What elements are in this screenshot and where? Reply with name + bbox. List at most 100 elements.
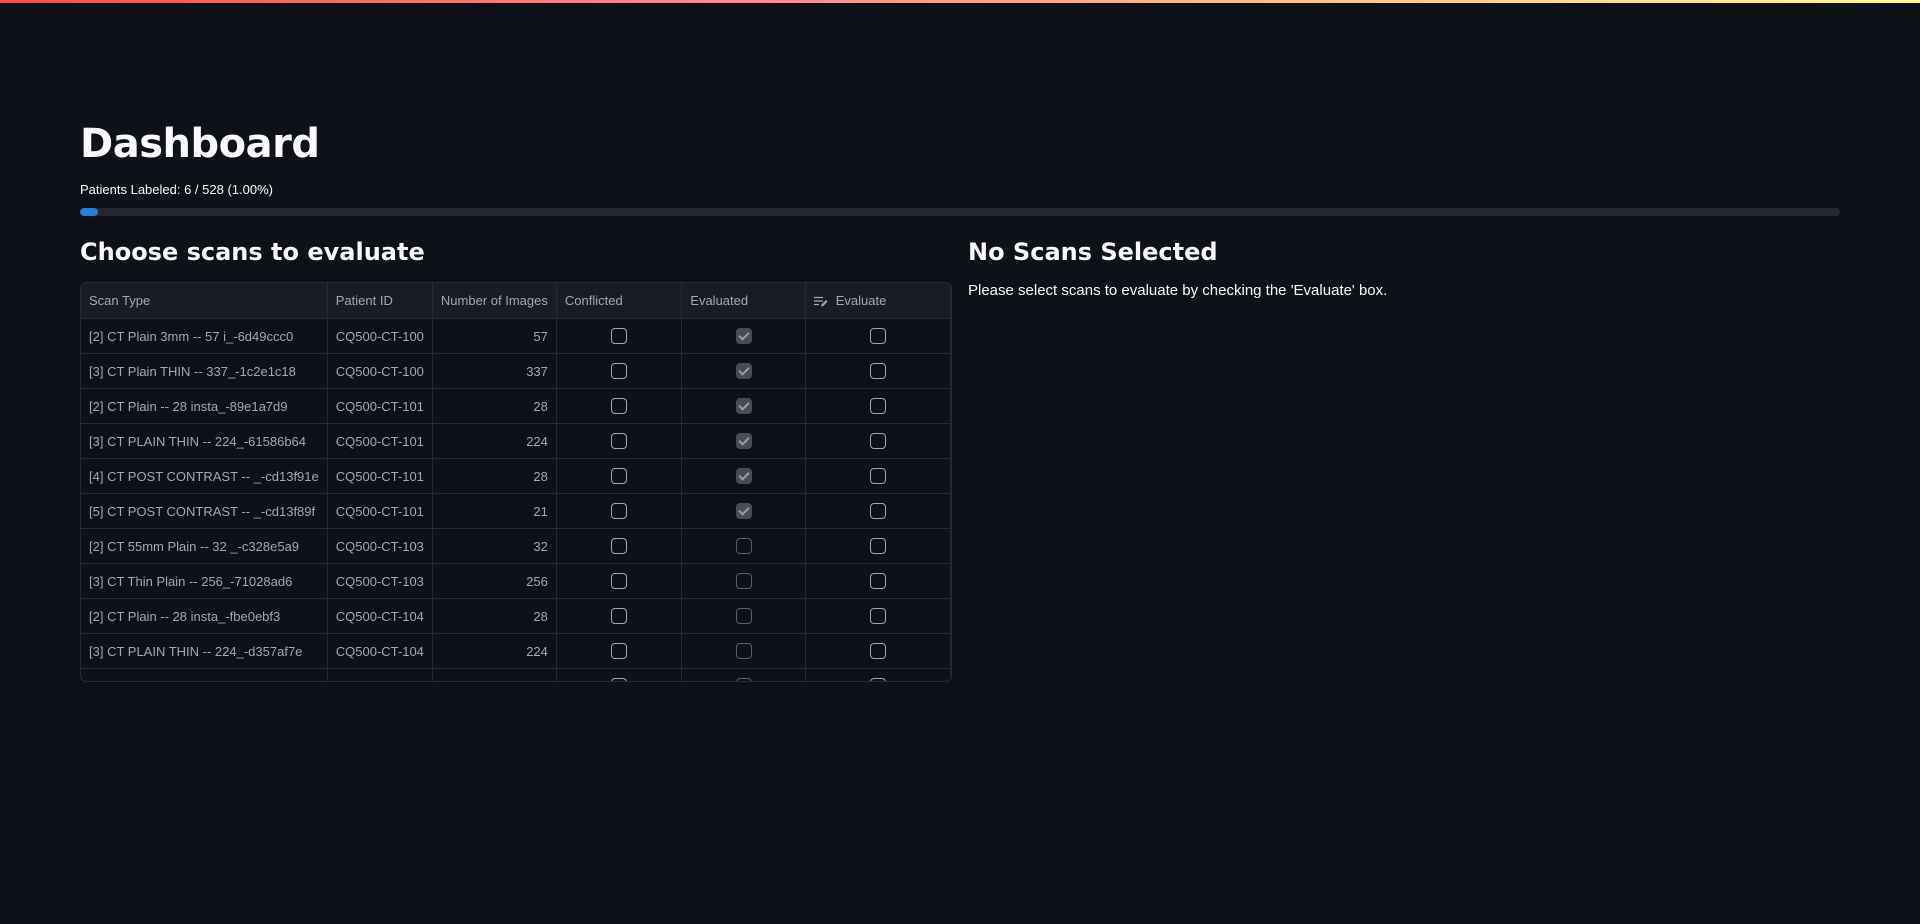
right-column: No Scans Selected Please select scans to… xyxy=(968,234,1840,299)
evaluated-cell xyxy=(681,598,806,634)
evaluate-checkbox[interactable] xyxy=(869,328,886,345)
table-row[interactable]: [3] CT PLAIN THIN -- 224_-d357af7e CQ500-… xyxy=(81,633,951,669)
evaluate-cell xyxy=(805,668,951,681)
column-header-number-of-images[interactable]: Number of Images xyxy=(432,283,557,319)
table-body: [2] CT Plain 3mm -- 57 i_-6d49ccc0 CQ500-… xyxy=(81,318,951,681)
evaluated-checkbox xyxy=(735,433,752,450)
patient-id-cell: CQ500-CT-100 xyxy=(327,353,433,389)
evaluate-checkbox[interactable] xyxy=(869,678,886,681)
evaluated-cell xyxy=(681,668,806,681)
patient-id-cell: CQ500-CT-101 xyxy=(327,458,433,494)
column-header-evaluated[interactable]: Evaluated xyxy=(681,283,806,319)
conflicted-checkbox[interactable] xyxy=(611,608,628,625)
column-header-scan-type[interactable]: Scan Type xyxy=(81,283,328,319)
progress-bar-fill xyxy=(80,208,98,216)
evaluated-checkbox xyxy=(735,678,752,681)
number-of-images-cell: 337 xyxy=(432,353,557,389)
column-header-evaluate-label: Evaluate xyxy=(835,293,887,308)
number-of-images-cell: 57 xyxy=(432,318,557,354)
column-header-evaluate[interactable]: Evaluate xyxy=(805,283,951,319)
column-header-patient-id[interactable]: Patient ID xyxy=(327,283,433,319)
evaluated-checkbox xyxy=(735,363,752,380)
table-row[interactable]: [3] CT Thin Plain -- 256_-71028ad6 CQ500-… xyxy=(81,563,951,599)
conflicted-checkbox[interactable] xyxy=(611,643,628,660)
evaluate-checkbox[interactable] xyxy=(869,608,886,625)
table-row[interactable]: [2] CT Plain -- 28 insta_-fbe0ebf3 CQ500-… xyxy=(81,598,951,634)
evaluated-cell xyxy=(681,528,806,564)
scan-type-cell: [3] CT PLAIN THIN -- 224_-d357af7e xyxy=(81,633,328,669)
scan-type-cell: [3] CT Plain THIN -- 337_-1c2e1c18 xyxy=(81,353,328,389)
conflicted-checkbox[interactable] xyxy=(611,678,628,681)
evaluated-checkbox xyxy=(735,503,752,520)
header-decoration-bar xyxy=(0,0,1920,3)
evaluated-cell xyxy=(681,458,806,494)
evaluate-checkbox[interactable] xyxy=(869,363,886,380)
evaluated-cell xyxy=(681,318,806,354)
conflicted-cell xyxy=(556,493,683,529)
evaluated-checkbox xyxy=(735,538,752,555)
conflicted-checkbox[interactable] xyxy=(611,328,628,345)
conflicted-checkbox[interactable] xyxy=(611,573,628,590)
number-of-images-cell: 32 xyxy=(432,528,557,564)
evaluated-checkbox xyxy=(735,608,752,625)
evaluated-checkbox xyxy=(735,328,752,345)
table-row[interactable]: [4] CT POST CONTRAST -- _-cd13f91e CQ500-… xyxy=(81,458,951,494)
evaluate-checkbox[interactable] xyxy=(869,538,886,555)
conflicted-cell xyxy=(556,598,683,634)
conflicted-cell xyxy=(556,528,683,564)
table-row[interactable]: [3] CT PLAIN THIN -- 224_-61586b64 CQ500-… xyxy=(81,423,951,459)
scans-data-grid[interactable]: Scan Type Patient ID Number of Images Co… xyxy=(80,282,952,682)
evaluate-checkbox[interactable] xyxy=(869,398,886,415)
table-row[interactable]: [5] CT POST CONTRAST -- _-cd13f89f CQ500-… xyxy=(81,493,951,529)
conflicted-checkbox[interactable] xyxy=(611,433,628,450)
number-of-images-cell xyxy=(432,668,557,681)
conflicted-checkbox[interactable] xyxy=(611,503,628,520)
patient-id-cell: CQ500-CT-100 xyxy=(327,318,433,354)
evaluated-checkbox xyxy=(735,468,752,485)
conflicted-checkbox[interactable] xyxy=(611,538,628,555)
scan-type-cell: [2] CT Plain -- 28 insta_-89e1a7d9 xyxy=(81,388,328,424)
evaluate-checkbox[interactable] xyxy=(869,573,886,590)
table-row[interactable]: [2] CT Plain -- 28 insta_-89e1a7d9 CQ500-… xyxy=(81,388,951,424)
table-row[interactable]: [3] CT Plain THIN -- 337_-1c2e1c18 CQ500-… xyxy=(81,353,951,389)
main-content: Dashboard Patients Labeled: 6 / 528 (1.0… xyxy=(80,116,1840,682)
evaluate-cell xyxy=(805,493,951,529)
evaluate-checkbox[interactable] xyxy=(869,643,886,660)
conflicted-cell xyxy=(556,423,683,459)
evaluate-checkbox[interactable] xyxy=(869,468,886,485)
column-header-conflicted[interactable]: Conflicted xyxy=(556,283,683,319)
table-header-row: Scan Type Patient ID Number of Images Co… xyxy=(81,283,951,319)
page-title: Dashboard xyxy=(80,121,320,167)
selection-status-heading: No Scans Selected xyxy=(968,238,1218,266)
evaluated-cell xyxy=(681,388,806,424)
conflicted-checkbox[interactable] xyxy=(611,363,628,380)
conflicted-cell xyxy=(556,563,683,599)
patient-id-cell: CQ500-CT-104 xyxy=(327,598,433,634)
left-column: Choose scans to evaluate Scan Type Patie… xyxy=(80,234,952,682)
evaluated-cell xyxy=(681,493,806,529)
conflicted-checkbox[interactable] xyxy=(611,468,628,485)
number-of-images-cell: 28 xyxy=(432,458,557,494)
evaluate-cell xyxy=(805,423,951,459)
patient-id-cell: CQ500-CT-104 xyxy=(327,633,433,669)
scans-table: Scan Type Patient ID Number of Images Co… xyxy=(81,283,951,681)
number-of-images-cell: 224 xyxy=(432,633,557,669)
scan-type-cell: [5] CT POST CONTRAST -- _-cd13f89f xyxy=(81,493,328,529)
scan-type-cell: [3] CT Thin Plain -- 256_-71028ad6 xyxy=(81,563,328,599)
table-row[interactable] xyxy=(81,668,951,681)
number-of-images-cell: 28 xyxy=(432,598,557,634)
conflicted-cell xyxy=(556,388,683,424)
patient-id-cell: CQ500-CT-103 xyxy=(327,563,433,599)
conflicted-cell xyxy=(556,633,683,669)
evaluated-cell xyxy=(681,423,806,459)
scans-heading: Choose scans to evaluate xyxy=(80,238,425,266)
evaluate-checkbox[interactable] xyxy=(869,433,886,450)
conflicted-checkbox[interactable] xyxy=(611,398,628,415)
table-row[interactable]: [2] CT Plain 3mm -- 57 i_-6d49ccc0 CQ500-… xyxy=(81,318,951,354)
table-row[interactable]: [2] CT 55mm Plain -- 32 _-c328e5a9 CQ500-… xyxy=(81,528,951,564)
evaluate-cell xyxy=(805,458,951,494)
progress-label: Patients Labeled: 6 / 528 (1.00%) xyxy=(80,182,273,197)
evaluate-cell xyxy=(805,598,951,634)
evaluate-checkbox[interactable] xyxy=(869,503,886,520)
number-of-images-cell: 21 xyxy=(432,493,557,529)
